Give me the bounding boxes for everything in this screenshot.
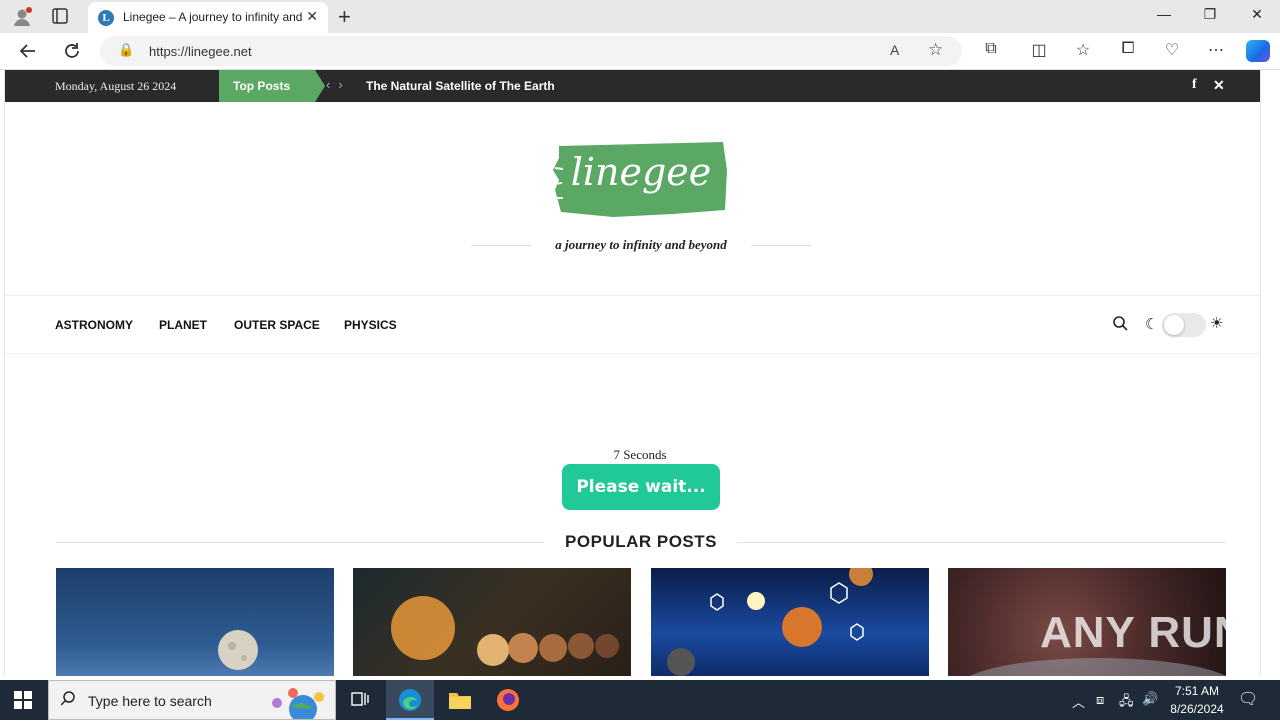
nav-item-astronomy[interactable]: ASTRONOMY xyxy=(55,318,133,332)
url-field[interactable]: 🔒 https://linegee.net A ☆ xyxy=(100,36,962,66)
browser-essentials-icon[interactable]: ♡ xyxy=(1160,40,1184,60)
countdown-text: 7 Seconds xyxy=(613,447,667,462)
page-scrollbar[interactable] xyxy=(1262,70,1280,680)
popular-posts-heading: POPULAR POSTS xyxy=(56,530,1226,554)
edge-taskbar-icon[interactable] xyxy=(386,680,434,720)
post-card-image-moon[interactable] xyxy=(56,568,334,676)
search-placeholder: Type here to search xyxy=(88,693,212,709)
profile-icon[interactable] xyxy=(12,6,34,33)
top-posts-label: Top Posts xyxy=(219,70,325,102)
site-logo[interactable]: linegee xyxy=(553,140,729,217)
lock-icon[interactable]: 🔒 xyxy=(118,42,134,58)
notifications-icon[interactable]: 🗨 xyxy=(1238,689,1258,709)
url-text: https://linegee.net xyxy=(149,44,252,59)
back-icon[interactable] xyxy=(18,41,38,66)
search-icon xyxy=(60,691,76,710)
sun-icon: ☀ xyxy=(1210,315,1224,332)
browser-tab[interactable]: L Linegee – A journey to infinity and be… xyxy=(88,2,328,33)
chevron-left-icon[interactable]: ‹ xyxy=(326,77,338,92)
moon-icon: ☾ xyxy=(1145,316,1159,333)
facebook-icon[interactable]: f xyxy=(1192,77,1197,93)
task-view-icon[interactable] xyxy=(336,680,384,720)
current-date: Monday, August 26 2024 xyxy=(55,79,177,93)
more-menu-icon[interactable]: ⋯ xyxy=(1204,40,1228,60)
refresh-icon[interactable] xyxy=(62,41,82,66)
file-explorer-icon[interactable] xyxy=(436,680,484,720)
new-tab-icon[interactable]: + xyxy=(338,4,351,30)
window-close-icon[interactable]: ✕ xyxy=(1234,6,1280,23)
volume-icon[interactable]: 🔊 xyxy=(1142,691,1158,707)
firefox-icon[interactable] xyxy=(484,680,532,720)
read-aloud-icon[interactable]: A xyxy=(890,42,899,58)
clock-time[interactable]: 7:51 AM xyxy=(1170,684,1224,698)
tab-close-icon[interactable]: ✕ xyxy=(306,8,318,25)
chevron-right-icon[interactable]: › xyxy=(338,77,350,92)
web-page: Monday, August 26 2024 Top Posts ‹› The … xyxy=(4,70,1261,676)
please-wait-button[interactable]: Please wait... xyxy=(562,464,720,510)
watermark: ANY RUN xyxy=(1040,608,1226,657)
site-tagline: a journey to infinity and beyond xyxy=(471,236,811,256)
logo-text: linegee xyxy=(570,150,712,194)
site-top-bar: Monday, August 26 2024 Top Posts ‹› The … xyxy=(5,70,1260,102)
windows-start-icon[interactable] xyxy=(14,691,32,714)
windows-taskbar: Type here to search ︿ ⧈ 🖧 🔊 7:51 AM 8/26… xyxy=(0,680,1280,723)
device-icon[interactable]: ⧈ xyxy=(1096,692,1104,708)
split-screen-icon[interactable]: ◫ xyxy=(1027,40,1051,60)
post-card-image-light-bulb[interactable] xyxy=(353,568,631,676)
search-highlight-icon xyxy=(263,685,333,724)
dark-mode-toggle[interactable] xyxy=(1162,313,1206,337)
post-card-image-nebula[interactable]: ANY RUN xyxy=(948,568,1226,676)
copilot-icon[interactable] xyxy=(1246,40,1270,62)
favorite-star-icon[interactable]: ☆ xyxy=(928,40,943,60)
nav-item-outer-space[interactable]: OUTER SPACE xyxy=(234,318,320,332)
extensions-icon[interactable]: ⧉ xyxy=(979,40,1003,58)
collections-icon[interactable]: ⧠ xyxy=(1116,40,1140,58)
main-navigation: ASTRONOMY PLANET OUTER SPACE PHYSICS ☾ ☀ xyxy=(5,295,1260,354)
tab-actions-icon[interactable] xyxy=(52,8,68,29)
site-favicon-icon: L xyxy=(98,10,114,26)
show-hidden-icons-icon[interactable]: ︿ xyxy=(1072,692,1085,711)
ticker-arrows[interactable]: ‹› xyxy=(326,77,351,92)
taskbar-search-box[interactable]: Type here to search xyxy=(48,680,336,723)
x-twitter-icon[interactable]: ✕ xyxy=(1213,77,1225,94)
network-icon[interactable]: 🖧 xyxy=(1119,692,1134,714)
ticker-headline-link[interactable]: The Natural Satellite of The Earth xyxy=(366,79,555,93)
restore-icon[interactable]: ❐ xyxy=(1187,6,1233,23)
tab-title: Linegee – A journey to infinity and beyo… xyxy=(123,10,303,24)
clock-date[interactable]: 8/26/2024 xyxy=(1166,702,1228,716)
minimize-icon[interactable]: — xyxy=(1141,6,1187,22)
search-icon[interactable] xyxy=(1113,316,1128,334)
favorites-icon[interactable]: ☆ xyxy=(1071,40,1095,60)
post-card-image-planets[interactable] xyxy=(651,568,929,676)
nav-item-planet[interactable]: PLANET xyxy=(159,318,207,332)
nav-item-physics[interactable]: PHYSICS xyxy=(344,318,397,332)
browser-tab-bar: L Linegee – A journey to infinity and be… xyxy=(0,0,1280,33)
